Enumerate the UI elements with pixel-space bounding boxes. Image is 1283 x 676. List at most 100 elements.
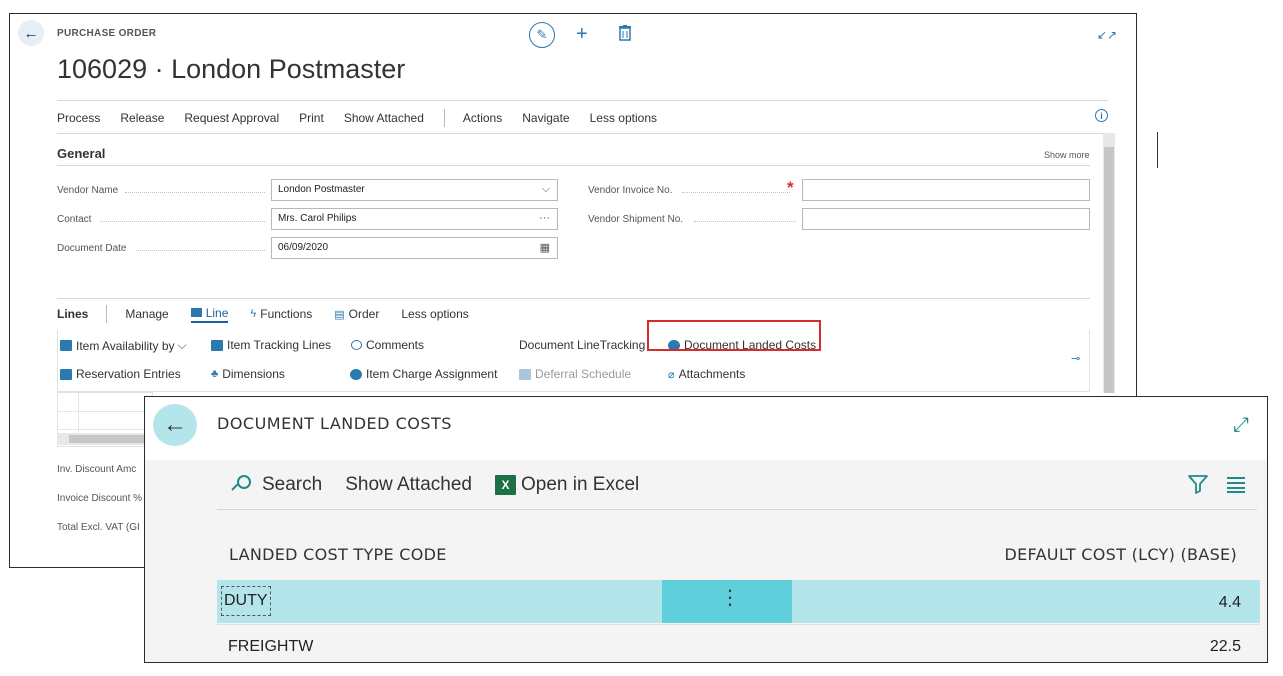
tab-line-label: Line: [205, 305, 229, 320]
calendar-icon[interactable]: ▦: [540, 241, 550, 254]
back-arrow-icon[interactable]: ←: [153, 404, 197, 446]
action-comments[interactable]: Comments: [351, 338, 424, 352]
info-icon[interactable]: i: [1095, 109, 1108, 122]
edit-pencil-icon[interactable]: ✎: [529, 22, 555, 48]
vendor-name-label: Vendor Name: [57, 185, 119, 196]
row-code[interactable]: FREIGHTW: [228, 638, 313, 656]
horizontal-scrollbar[interactable]: [57, 433, 153, 445]
vendor-shipment-field[interactable]: [802, 208, 1090, 230]
menu-navigate[interactable]: Navigate: [522, 111, 569, 125]
comment-bubble-icon: [351, 340, 362, 350]
divider: [57, 165, 1090, 166]
label-leader: [694, 221, 796, 222]
menu-show-attached[interactable]: Show Attached: [344, 111, 424, 125]
dialog-header: ← DOCUMENT LANDED COSTS ⤢: [145, 397, 1267, 460]
search-button[interactable]: Search: [217, 474, 322, 496]
show-attached-label: Show Attached: [345, 473, 472, 495]
action-deferral-schedule[interactable]: Deferral Schedule: [519, 367, 631, 381]
action-attachments[interactable]: ⌀ Attachments: [668, 367, 745, 381]
chevron-down-icon[interactable]: ⌵: [542, 183, 550, 196]
row-actions-cell[interactable]: ⋮: [662, 580, 792, 623]
dimensions-icon: ♣: [211, 368, 219, 380]
required-asterisk-icon: *: [787, 178, 794, 197]
vendor-name-value: London Postmaster: [278, 184, 365, 195]
grid-line: [58, 411, 152, 412]
tab-less-options[interactable]: Less options: [401, 307, 468, 321]
column-header-cost[interactable]: DEFAULT COST (LCY) (BASE): [1005, 545, 1238, 564]
dialog-toolbar: Search Show Attached X Open in Excel: [217, 460, 1257, 510]
grid-line: [58, 429, 152, 430]
document-date-field[interactable]: 06/09/2020 ▦: [271, 237, 558, 259]
more-dots-icon[interactable]: ···: [539, 212, 550, 224]
highlight-annotation: [647, 320, 821, 351]
action-menu-bar: Process Release Request Approval Print S…: [57, 109, 677, 127]
contact-value: Mrs. Carol Philips: [278, 213, 357, 224]
section-title-general[interactable]: General: [57, 146, 105, 161]
label-leader: [682, 192, 790, 193]
lines-title[interactable]: Lines: [57, 307, 88, 321]
row-cost: 4.4: [1218, 594, 1241, 611]
action-deferral-schedule-label: Deferral Schedule: [535, 367, 632, 381]
vendor-name-field[interactable]: London Postmaster ⌵: [271, 179, 558, 201]
action-reservation-entries[interactable]: Reservation Entries: [60, 367, 181, 381]
scrollbar-thumb[interactable]: [69, 435, 153, 443]
list-view-icon[interactable]: [1227, 476, 1245, 493]
availability-grid-icon: [60, 340, 72, 351]
action-item-availability[interactable]: Item Availability by ⌵: [60, 338, 187, 353]
action-document-line-tracking[interactable]: Document LineTracking: [519, 338, 645, 352]
contact-field[interactable]: Mrs. Carol Philips ···: [271, 208, 558, 230]
vendor-shipment-label: Vendor Shipment No.: [588, 214, 684, 225]
action-dimensions-label: Dimensions: [222, 367, 285, 381]
inv-discount-amount-label: Inv. Discount Amc: [57, 464, 137, 475]
excel-icon: X: [494, 474, 516, 495]
line-grid-icon: [190, 308, 202, 317]
dialog-title: DOCUMENT LANDED COSTS: [217, 414, 452, 433]
open-in-excel-label: Open in Excel: [520, 473, 640, 495]
vertical-scrollbar[interactable]: [1103, 133, 1115, 393]
contact-label: Contact: [57, 214, 92, 225]
lightning-icon: ϟ: [250, 308, 257, 320]
row-code[interactable]: DUTY: [221, 586, 271, 616]
show-attached-button[interactable]: Show Attached: [345, 474, 472, 496]
back-arrow-icon[interactable]: ←: [18, 20, 44, 46]
add-plus-icon[interactable]: +: [576, 22, 588, 46]
tab-order[interactable]: ▤ Order: [334, 307, 379, 321]
dialog-body: Search Show Attached X Open in Excel LAN…: [145, 460, 1267, 662]
menu-print[interactable]: Print: [299, 111, 324, 125]
action-item-tracking-lines-label: Item Tracking Lines: [227, 338, 332, 352]
filter-icon[interactable]: [1187, 473, 1209, 495]
menu-actions[interactable]: Actions: [463, 111, 502, 125]
action-item-tracking-lines[interactable]: Item Tracking Lines: [211, 338, 331, 352]
table-row[interactable]: FREIGHTW 22.5: [217, 624, 1260, 662]
pin-icon[interactable]: ⊸: [1071, 352, 1080, 365]
tab-manage[interactable]: Manage: [125, 307, 168, 321]
table-row[interactable]: DUTY ⋮ 4.4: [217, 580, 1260, 623]
action-attachments-label: Attachments: [678, 367, 746, 381]
open-in-excel-button[interactable]: X Open in Excel: [494, 473, 640, 496]
more-vertical-icon[interactable]: ⋮: [720, 588, 740, 608]
tab-line[interactable]: Line: [190, 305, 229, 323]
label-leader: [136, 250, 265, 251]
action-comments-label: Comments: [366, 338, 425, 352]
tab-functions[interactable]: ϟ Functions: [250, 307, 312, 321]
action-item-charge-assignment[interactable]: Item Charge Assignment: [350, 367, 497, 381]
search-icon: [231, 474, 253, 496]
tab-functions-label: Functions: [260, 307, 313, 321]
show-more-link[interactable]: Show more: [1044, 150, 1090, 160]
menu-less-options[interactable]: Less options: [590, 111, 657, 125]
vendor-invoice-field[interactable]: [802, 179, 1090, 201]
menu-process[interactable]: Process: [57, 111, 100, 125]
menu-request-approval[interactable]: Request Approval: [184, 111, 279, 125]
lines-tab-bar: Lines Manage Line ϟ Functions ▤ Order Less…: [57, 305, 491, 323]
collapse-icon[interactable]: ↙↗: [1097, 28, 1117, 42]
action-dimensions[interactable]: ♣ Dimensions: [211, 367, 285, 381]
reservation-list-icon: [60, 368, 72, 380]
search-label: Search: [262, 473, 323, 495]
expand-icon[interactable]: ⤢: [1233, 414, 1249, 437]
menu-release[interactable]: Release: [120, 111, 164, 125]
scrollbar-thumb[interactable]: [1104, 147, 1114, 393]
delete-trash-icon[interactable]: [619, 25, 631, 41]
column-header-code[interactable]: LANDED COST TYPE CODE: [229, 545, 447, 564]
text-cursor: [1157, 132, 1158, 168]
divider: [57, 133, 1108, 134]
